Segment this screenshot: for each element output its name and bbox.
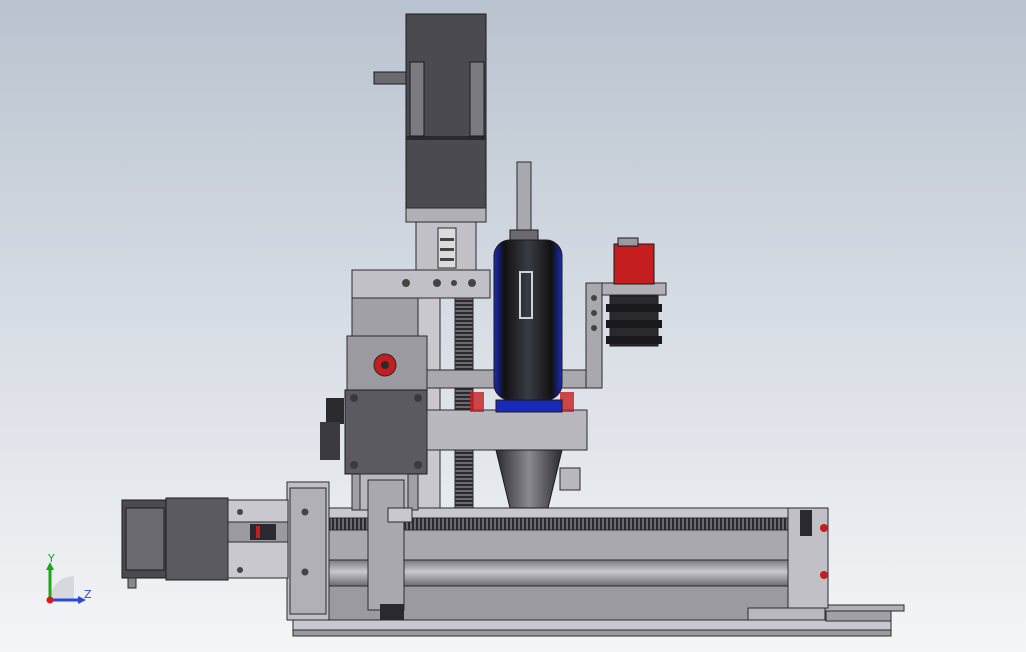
bolt-icon — [402, 279, 410, 287]
y-axis-label: Y — [47, 552, 55, 565]
z-axis-stepper-motor — [373, 13, 487, 271]
z-axis-label: Z — [84, 588, 92, 601]
x-axis-dot — [46, 596, 54, 604]
red-knob-icon — [820, 524, 828, 532]
right-end-block — [787, 507, 829, 609]
red-knob-icon — [820, 571, 828, 579]
bolt-icon — [451, 280, 457, 286]
bolt-icon — [301, 508, 309, 516]
spindle-nozzle — [495, 449, 563, 509]
x-axis-coupling — [250, 524, 276, 540]
spindle-motor — [493, 161, 581, 509]
bolt-icon — [433, 279, 441, 287]
cad-viewport[interactable]: Y Z — [0, 0, 1026, 652]
cnc-assembly-drawing: Y Z — [46, 13, 905, 637]
x-axis-stepper-motor — [121, 497, 289, 589]
bolt-icon — [468, 279, 476, 287]
bolt-icon — [301, 568, 309, 576]
coordinate-triad-icon[interactable]: Y Z — [46, 552, 92, 604]
y-axis-stepper-motor — [344, 389, 428, 475]
left-end-block — [286, 481, 330, 621]
